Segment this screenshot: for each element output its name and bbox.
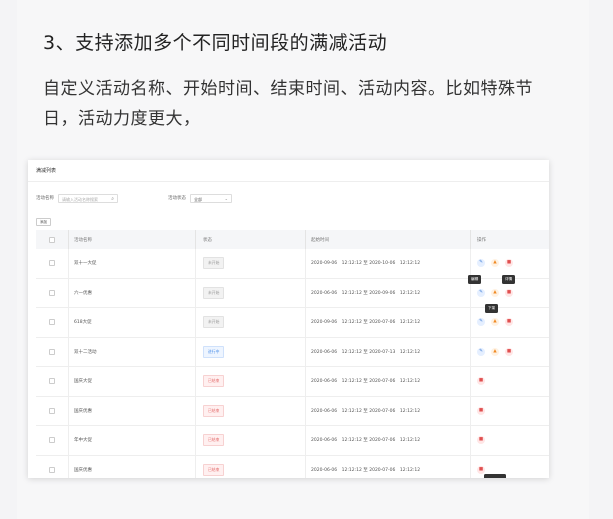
section-heading: 3、支持添加多个不同时间段的满减活动 (43, 32, 388, 54)
tooltip-partial (484, 474, 506, 478)
status-select[interactable]: 全部 ⌄ (190, 193, 232, 203)
select-all-checkbox[interactable] (49, 236, 55, 243)
activity-time-range: 2020-06-06 12:12:12 至 2020-07-06 12:12:1… (311, 408, 421, 414)
row-actions: ✎ ▲ ■ (470, 337, 549, 366)
delete-icon[interactable]: ■ (477, 377, 485, 386)
activity-time-range: 2020-06-06 12:12:12 至 2020-07-06 12:12:1… (311, 379, 421, 385)
row-checkbox[interactable] (49, 466, 55, 473)
activity-name: 618大促 (74, 320, 92, 326)
row-checkbox[interactable] (49, 289, 55, 296)
activity-time-range: 2020-06-06 12:12:12 至 2020-09-06 12:12:1… (311, 290, 421, 296)
chevron-down-icon: ⌄ (224, 195, 228, 201)
search-icon: ⌕ (111, 195, 114, 202)
admin-screenshot: 满减列表 活动名称 请输入活动名称搜索 ⌕ 活动状态 全部 ⌄ 添加 活动名称 … (28, 160, 549, 478)
row-actions: ■ (470, 455, 549, 478)
status-select-value: 全部 (194, 196, 202, 202)
status-badge: 未开始 (203, 257, 225, 270)
edit-icon[interactable]: ✎ (477, 288, 485, 297)
delete-icon[interactable]: ■ (505, 288, 513, 297)
row-checkbox[interactable] (49, 260, 55, 267)
row-actions: ✎ ▲ ■ (470, 249, 549, 278)
status-badge: 未开始 (203, 316, 225, 329)
table-row: 国庆优惠 已结束 2020-06-06 12:12:12 至 2020-07-06 … (36, 455, 549, 478)
name-filter: 活动名称 请输入活动名称搜索 ⌕ (36, 193, 118, 203)
col-header-status: 状态 (195, 230, 305, 249)
delete-icon[interactable]: ■ (505, 318, 513, 327)
activity-time-range: 2020-06-06 12:12:12 至 2020-07-06 12:12:1… (311, 438, 421, 444)
status-badge: 进行中 (203, 345, 225, 358)
activity-name: 国庆优惠 (74, 467, 92, 473)
tooltip-detail: 详情 (502, 275, 516, 284)
name-search-input[interactable]: 请输入活动名称搜索 ⌕ (58, 193, 118, 203)
table-row: 国庆优惠 已结束 2020-06-06 12:12:12 至 2020-07-06 … (36, 396, 549, 426)
table-row: 国庆大促 已结束 2020-06-06 12:12:12 至 2020-07-06 … (36, 367, 549, 397)
tooltip-offline: 下架 (485, 304, 499, 313)
activity-name: 国庆优惠 (74, 408, 92, 414)
delete-icon[interactable]: ■ (477, 465, 485, 474)
activity-time-range: 2020-06-06 12:12:12 至 2020-07-13 12:12:1… (311, 349, 421, 355)
activity-name: 双十一大促 (74, 261, 97, 267)
status-filter-label: 活动状态 (168, 196, 186, 201)
status-badge: 已结束 (203, 375, 225, 388)
alert-icon[interactable]: ▲ (491, 288, 499, 297)
row-checkbox[interactable] (49, 348, 55, 355)
section-description: 自定义活动名称、开始时间、结束时间、活动内容。比如特殊节日，活动力度更大， (43, 79, 533, 129)
name-filter-label: 活动名称 (36, 196, 54, 201)
list-title: 满减列表 (28, 160, 549, 182)
edit-icon[interactable]: ✎ (477, 318, 485, 327)
status-badge: 已结束 (203, 434, 225, 447)
activity-time-range: 2020-09-06 12:12:12 至 2020-10-06 12:12:1… (311, 261, 421, 267)
alert-icon[interactable]: ▲ (491, 347, 499, 356)
row-actions: ■ (470, 367, 549, 396)
activity-name: 国庆大促 (74, 379, 92, 385)
col-header-name: 活动名称 (68, 230, 195, 249)
status-badge: 已结束 (203, 463, 225, 476)
row-checkbox[interactable] (49, 378, 55, 385)
add-button[interactable]: 添加 (36, 218, 51, 226)
activity-name: 年中大促 (74, 438, 92, 444)
row-actions: ■ (470, 396, 549, 425)
table-row: 年中大促 已结束 2020-06-06 12:12:12 至 2020-07-06 … (36, 426, 549, 456)
activity-table: 活动名称 状态 起始时间 操作 双十一大促 未开始 2020-09-06 12:12… (36, 230, 549, 478)
name-search-placeholder: 请输入活动名称搜索 (62, 196, 98, 202)
tooltip-edit: 编辑 (468, 275, 482, 284)
col-header-actions: 操作 (470, 230, 549, 249)
alert-icon[interactable]: ▲ (491, 259, 499, 268)
activity-name: 双十二活动 (74, 349, 97, 355)
alert-icon[interactable]: ▲ (491, 318, 499, 327)
row-checkbox[interactable] (49, 319, 55, 326)
edit-icon[interactable]: ✎ (477, 259, 485, 268)
row-actions: ■ (470, 426, 549, 455)
row-checkbox[interactable] (49, 407, 55, 414)
delete-icon[interactable]: ■ (477, 406, 485, 415)
activity-time-range: 2020-09-06 12:12:12 至 2020-07-06 12:12:1… (311, 320, 421, 326)
activity-time-range: 2020-06-06 12:12:12 至 2020-07-06 12:12:1… (311, 467, 421, 473)
table-row: 双十二活动 进行中 2020-06-06 12:12:12 至 2020-07-13… (36, 337, 549, 367)
table-row: 618大促 未开始 2020-09-06 12:12:12 至 2020-07-06… (36, 308, 549, 338)
table-header: 活动名称 状态 起始时间 操作 (36, 230, 549, 249)
delete-icon[interactable]: ■ (477, 436, 485, 445)
row-checkbox[interactable] (49, 437, 55, 444)
edit-icon[interactable]: ✎ (477, 347, 485, 356)
status-badge: 未开始 (203, 286, 225, 299)
delete-icon[interactable]: ■ (505, 259, 513, 268)
delete-icon[interactable]: ■ (505, 347, 513, 356)
status-filter: 活动状态 全部 ⌄ (168, 193, 232, 203)
col-header-time: 起始时间 (305, 230, 470, 249)
status-badge: 已结束 (203, 404, 225, 417)
activity-name: 六一优惠 (74, 290, 92, 296)
row-actions: ✎ ▲ ■ (470, 308, 549, 337)
